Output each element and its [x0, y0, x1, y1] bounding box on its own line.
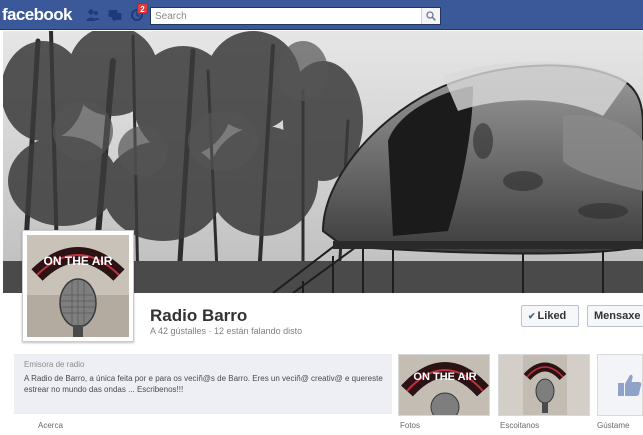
tab-likes[interactable]: Gústame [597, 421, 629, 430]
search-bar [150, 7, 441, 25]
page-stats: A 42 gústalles · 12 están falando disto [150, 326, 303, 336]
liked-button[interactable]: ✔ Liked [521, 305, 579, 327]
friend-requests-icon[interactable] [86, 8, 100, 22]
search-icon [426, 11, 436, 21]
photos-thumbnail[interactable]: ON THE AIR [398, 354, 490, 416]
message-button-label: Mensaxe [594, 310, 641, 322]
likes-thumbnail[interactable] [597, 354, 643, 416]
search-button[interactable] [421, 8, 440, 24]
profile-picture[interactable]: ON THE AIR [22, 230, 134, 342]
page-title[interactable]: Radio Barro [150, 306, 247, 326]
messages-icon[interactable] [108, 8, 122, 22]
search-input[interactable] [151, 8, 421, 24]
tab-photos[interactable]: Fotos [400, 421, 420, 430]
on-air-thumbnail-text: ON THE AIR [413, 371, 476, 383]
check-icon: ✔ [528, 311, 536, 321]
about-box[interactable]: Emisora de radio A Radio de Barro, a úni… [14, 354, 392, 414]
liked-button-label: Liked [537, 310, 567, 322]
notifications-count-badge: 2 [137, 3, 148, 14]
top-navigation-bar: facebook 2 [0, 0, 643, 30]
on-air-sign-text: ON THE AIR [44, 254, 113, 268]
thumbs-up-icon [618, 374, 642, 396]
tab-about[interactable]: Acerca [38, 421, 63, 430]
listeners-thumbnail[interactable] [498, 354, 590, 416]
message-button[interactable]: Mensaxe [587, 305, 643, 327]
facebook-logo[interactable]: facebook [2, 5, 72, 25]
page-category: Emisora de radio [24, 360, 85, 369]
tab-listeners[interactable]: Escoitanos [500, 421, 539, 430]
page-description: A Radio de Barro, a única feita por e pa… [24, 374, 383, 394]
